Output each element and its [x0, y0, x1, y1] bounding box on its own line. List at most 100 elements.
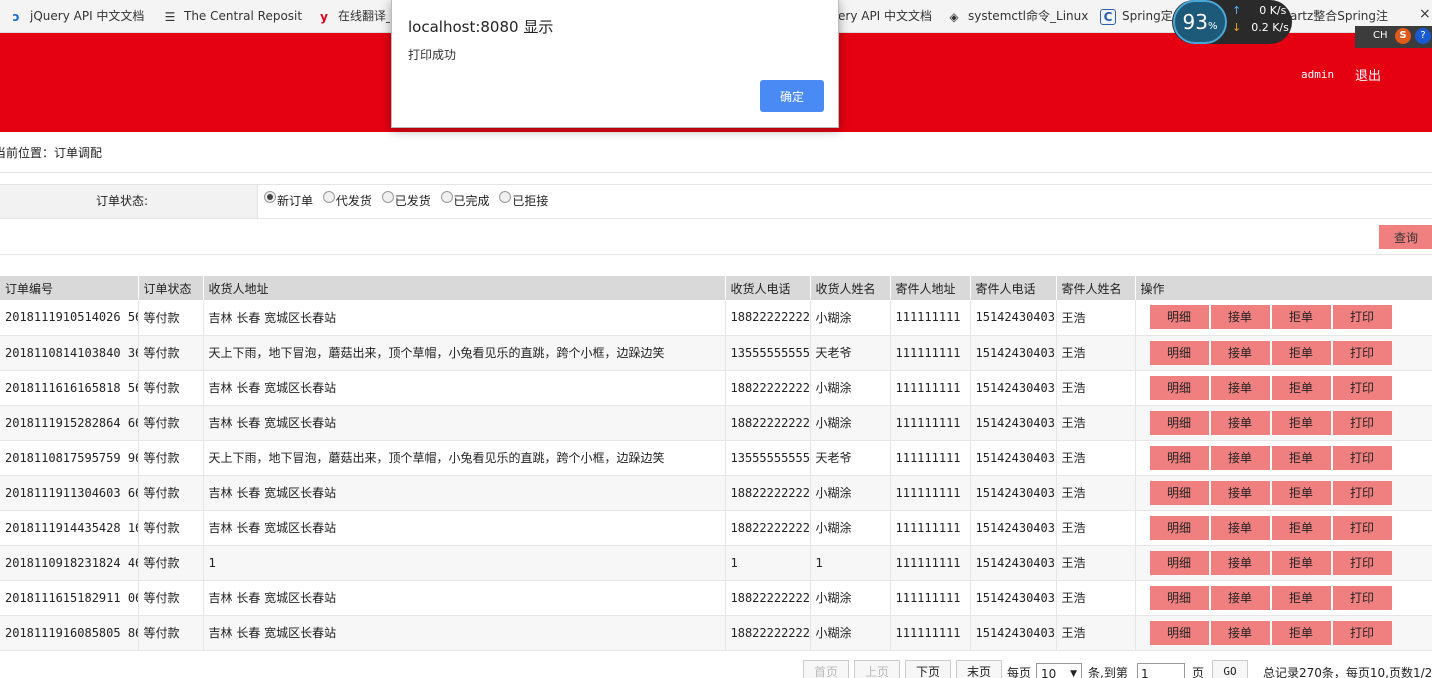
accept-button[interactable]: 接单	[1210, 550, 1270, 575]
download-speed: ↓ 0.2 K/s	[1232, 21, 1289, 34]
detail-button[interactable]: 明细	[1149, 375, 1209, 400]
pager-first-button[interactable]: 首页	[803, 660, 849, 678]
print-button[interactable]: 打印	[1332, 620, 1392, 645]
accept-button[interactable]: 接单	[1210, 515, 1270, 540]
table-row: 2018110814103840 36d1d等付款天上下雨，地下冒泡，蘑菇出来，…	[0, 335, 1432, 371]
cell-recipient-name: 小糊涂	[810, 615, 891, 651]
detail-button[interactable]: 明细	[1149, 340, 1209, 365]
detail-button[interactable]: 明细	[1149, 305, 1209, 330]
reject-button[interactable]: 拒单	[1271, 550, 1331, 575]
accept-button[interactable]: 接单	[1210, 480, 1270, 505]
radio-icon[interactable]	[381, 191, 394, 203]
print-button[interactable]: 打印	[1332, 305, 1392, 330]
accept-button[interactable]: 接单	[1210, 585, 1270, 610]
accept-button[interactable]: 接单	[1210, 620, 1270, 645]
logout-link[interactable]: 退出	[1355, 65, 1381, 84]
table-row: 2018111615182911 06d1d等付款吉林 长春 宽城区长春站188…	[0, 580, 1432, 616]
radio-icon[interactable]	[440, 191, 453, 203]
ime-language[interactable]: CH	[1373, 30, 1388, 41]
status-radio-shipped[interactable]: 已发货	[381, 191, 431, 209]
cell-order-no: 2018110918231824 46d1d	[0, 545, 139, 581]
reject-button[interactable]: 拒单	[1271, 340, 1331, 365]
detail-button[interactable]: 明细	[1149, 620, 1209, 645]
net-speed-widget[interactable]: 93% ↑ 0 K/s ↓ 0.2 K/s	[1172, 0, 1292, 44]
sogou-s-icon[interactable]: S	[1395, 28, 1411, 44]
radio-checked-icon[interactable]	[264, 191, 276, 203]
cell-sender-name: 王浩	[1056, 510, 1136, 546]
cell-actions: 明细 接单 拒单 打印	[1135, 300, 1432, 336]
cell-recipient-name: 天老爷	[810, 335, 891, 371]
dialog-ok-button[interactable]: 确定	[760, 80, 824, 112]
col-header-sender-phone: 寄件人电话	[970, 276, 1057, 300]
accept-button[interactable]: 接单	[1210, 305, 1270, 330]
print-button[interactable]: 打印	[1332, 445, 1392, 470]
table-row: 2018111914435428 16d1d等付款吉林 长春 宽城区长春站188…	[0, 510, 1432, 546]
goto-page-input[interactable]: 1	[1137, 663, 1185, 678]
help-icon[interactable]: ?	[1415, 28, 1431, 44]
alert-dialog: localhost:8080 显示 打印成功 确定	[391, 0, 839, 128]
accept-button[interactable]: 接单	[1210, 445, 1270, 470]
dialog-title: localhost:8080 显示	[408, 18, 554, 36]
reject-button[interactable]: 拒单	[1271, 305, 1331, 330]
reject-button[interactable]: 拒单	[1271, 375, 1331, 400]
detail-button[interactable]: 明细	[1149, 550, 1209, 575]
reject-button[interactable]: 拒单	[1271, 515, 1331, 540]
cell-recipient-address: 吉林 长春 宽城区长春站	[203, 615, 726, 651]
detail-button[interactable]: 明细	[1149, 410, 1209, 435]
reject-button[interactable]: 拒单	[1271, 480, 1331, 505]
bookmark-3[interactable]: ery API 中文文档	[838, 0, 938, 33]
cell-sender-address: 111111111	[890, 475, 971, 511]
pager: 首页 上页 下页 末页 每页 10 ▼ 条,到第 1 页 GO 总记录270条，每…	[0, 655, 1432, 678]
bookmark-4[interactable]: ◈ systemctl命令_Linux	[946, 0, 1088, 33]
accept-button[interactable]: 接单	[1210, 410, 1270, 435]
cell-recipient-address: 吉林 长春 宽城区长春站	[203, 300, 726, 336]
cell-sender-name: 王浩	[1056, 300, 1136, 336]
bookmark-2[interactable]: y 在线翻译_	[316, 0, 390, 33]
col-header-sender-address: 寄件人地址	[890, 276, 971, 300]
radio-icon[interactable]	[322, 191, 335, 203]
dialog-message: 打印成功	[408, 48, 457, 62]
cell-status: 等付款	[138, 405, 204, 441]
detail-button[interactable]: 明细	[1149, 585, 1209, 610]
status-radio-pending-ship[interactable]: 代发货	[322, 191, 372, 209]
cell-recipient-phone: 13555555555	[725, 335, 811, 371]
accept-button[interactable]: 接单	[1210, 340, 1270, 365]
status-radio-rejected[interactable]: 已拒接	[499, 191, 548, 209]
cell-recipient-phone: 18822222222	[725, 370, 811, 406]
cell-recipient-address: 1	[203, 545, 726, 581]
print-button[interactable]: 打印	[1332, 550, 1392, 575]
print-button[interactable]: 打印	[1332, 480, 1392, 505]
col-header-recipient-address: 收货人地址	[203, 276, 726, 300]
pager-next-button[interactable]: 下页	[905, 660, 951, 678]
print-button[interactable]: 打印	[1332, 410, 1392, 435]
goto-button[interactable]: GO	[1212, 660, 1248, 678]
detail-button[interactable]: 明细	[1149, 445, 1209, 470]
radio-icon[interactable]	[499, 191, 512, 203]
bookmark-0[interactable]: ↄ jQuery API 中文文档	[8, 0, 148, 33]
bookmark-5[interactable]: C Spring定	[1100, 0, 1174, 33]
print-button[interactable]: 打印	[1332, 515, 1392, 540]
status-radio-completed[interactable]: 已完成	[440, 191, 490, 209]
col-header-status: 订单状态	[138, 276, 204, 300]
cell-sender-name: 王浩	[1056, 615, 1136, 651]
cell-order-no: 2018110817595759 96d1d	[0, 440, 139, 476]
reject-button[interactable]: 拒单	[1271, 445, 1331, 470]
bookmark-1[interactable]: ☰ The Central Reposit	[162, 0, 302, 33]
accept-button[interactable]: 接单	[1210, 375, 1270, 400]
close-icon[interactable]: ×	[1419, 6, 1431, 22]
per-page-select[interactable]: 10 ▼	[1036, 663, 1082, 678]
status-radio-new[interactable]: 新订单	[264, 191, 313, 209]
detail-button[interactable]: 明细	[1149, 480, 1209, 505]
detail-button[interactable]: 明细	[1149, 515, 1209, 540]
reject-button[interactable]: 拒单	[1271, 585, 1331, 610]
pager-prev-button[interactable]: 上页	[854, 660, 900, 678]
pager-last-button[interactable]: 末页	[956, 660, 1002, 678]
cell-sender-address: 111111111	[890, 335, 971, 371]
query-button[interactable]: 查询	[1379, 225, 1432, 249]
reject-button[interactable]: 拒单	[1271, 620, 1331, 645]
print-button[interactable]: 打印	[1332, 340, 1392, 365]
print-button[interactable]: 打印	[1332, 375, 1392, 400]
cell-recipient-phone: 18822222222	[725, 475, 811, 511]
reject-button[interactable]: 拒单	[1271, 410, 1331, 435]
print-button[interactable]: 打印	[1332, 585, 1392, 610]
